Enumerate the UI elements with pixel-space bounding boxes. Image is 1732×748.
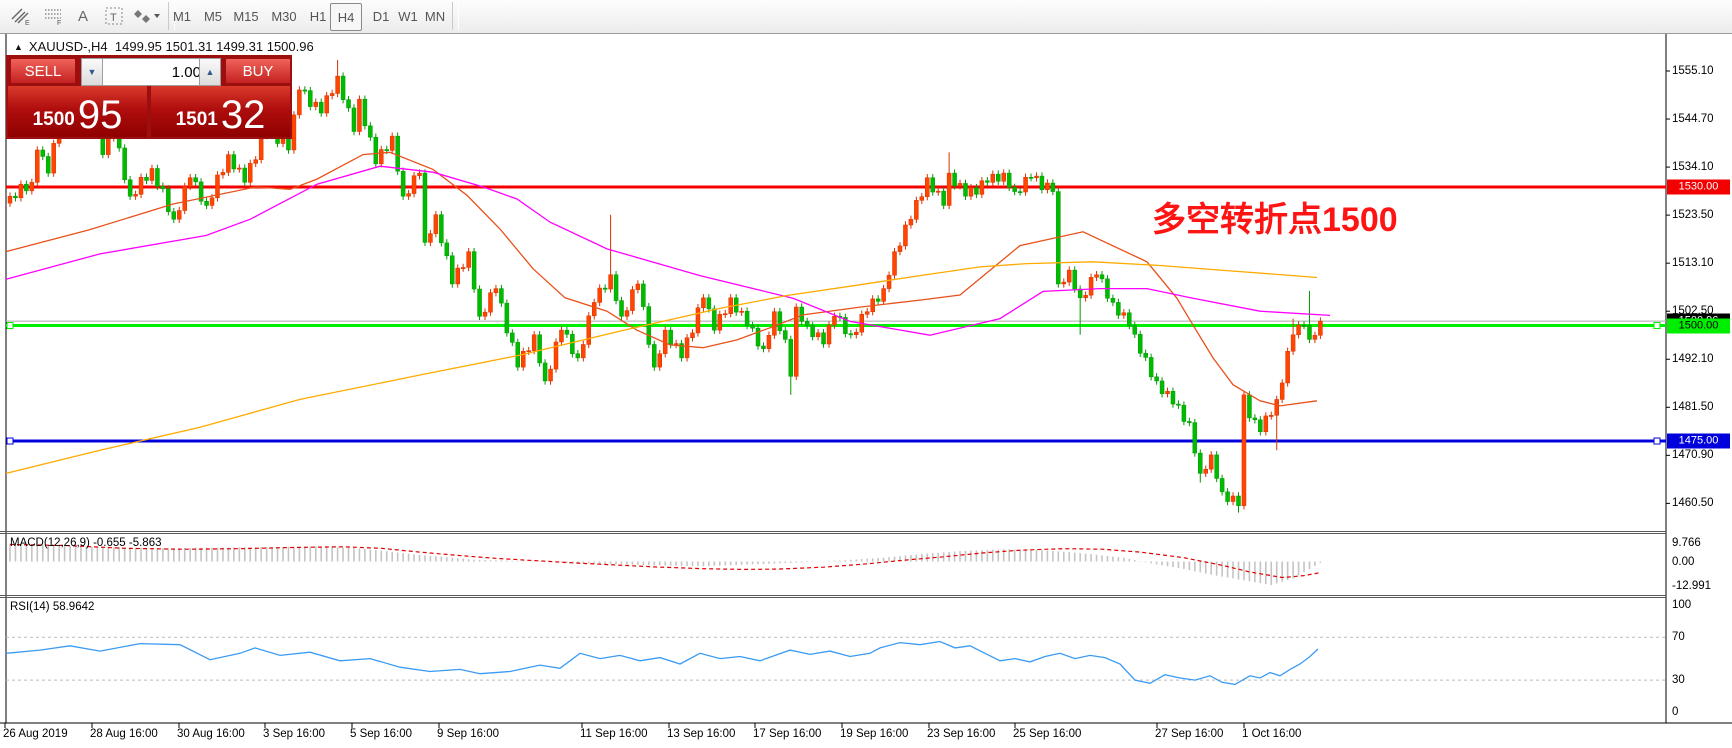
volume-input[interactable]	[102, 58, 206, 86]
chart-window[interactable]: ▲ XAUUSD-,H4 1499.95 1501.31 1499.31 1500…	[0, 34, 1732, 748]
timeframe-button-d1[interactable]: D1	[366, 3, 396, 29]
buy-price-major: 1501	[175, 109, 218, 130]
time-axis-label: 25 Sep 16:00	[1013, 728, 1082, 740]
sell-price-major: 1500	[32, 109, 75, 130]
time-axis-label: 17 Sep 16:00	[753, 728, 822, 740]
timeframe-button-h1[interactable]: H1	[303, 3, 333, 29]
rsi-axis-label: 0	[1672, 706, 1679, 719]
arrows-tool[interactable]	[130, 3, 164, 29]
macd-axis-label: 9.766	[1672, 536, 1701, 549]
price-axis-label: 1460.50	[1672, 497, 1714, 510]
time-axis-label: 1 Oct 16:00	[1242, 728, 1302, 740]
timeframe-button-m1[interactable]: M1	[167, 3, 197, 29]
price-axis-label: 1492.10	[1672, 353, 1714, 366]
rsi-axis-label: 70	[1672, 630, 1685, 643]
price-axis-label: 1523.50	[1672, 208, 1714, 221]
chart-title: ▲ XAUUSD-,H4 1499.95 1501.31 1499.31 1500…	[14, 39, 314, 54]
candlestick-chart[interactable]	[0, 34, 1732, 748]
macd-axis-label: -12.991	[1672, 579, 1712, 592]
time-axis-label: 30 Aug 16:00	[177, 728, 245, 740]
text-label-tool[interactable]: T	[100, 3, 128, 29]
price-tag-support-1475: 1475.00	[1667, 433, 1730, 449]
fibonacci-tool[interactable]: F	[38, 3, 68, 29]
timeframe-button-m30[interactable]: M30	[266, 3, 302, 29]
time-axis-label: 26 Aug 2019	[3, 728, 68, 740]
time-axis-label: 13 Sep 16:00	[667, 728, 736, 740]
price-axis-label: 1513.10	[1672, 256, 1714, 269]
sell-price-box[interactable]: 1500 95	[8, 86, 147, 137]
buy-price-minor: 32	[220, 93, 266, 137]
timeframe-button-m5[interactable]: M5	[198, 3, 228, 29]
symbol-label: XAUUSD-,H4	[28, 39, 108, 54]
price-axis-label: 1555.10	[1672, 64, 1714, 77]
time-axis-label: 19 Sep 16:00	[840, 728, 909, 740]
chinese-annotation-text[interactable]: 多空转折点1500	[1152, 192, 1398, 241]
rsi-axis-label: 100	[1672, 598, 1692, 611]
timeframe-button-h4[interactable]: H4	[330, 3, 362, 31]
price-axis-label: 1481.50	[1672, 401, 1714, 414]
macd-axis-label: 0.00	[1672, 555, 1695, 568]
svg-text:T: T	[110, 12, 117, 24]
time-axis-label: 11 Sep 16:00	[580, 728, 648, 740]
rsi-indicator-label: RSI(14) 58.9642	[10, 601, 95, 613]
price-tag-resistance-1530: 1530.00	[1667, 179, 1730, 195]
svg-text:F: F	[57, 20, 61, 26]
price-axis-label: 1534.10	[1672, 160, 1714, 173]
time-axis-label: 28 Aug 16:00	[90, 728, 158, 740]
mt4-window: E F A T M1 M5 M15 M30 H1 H4 D1 W1 MN ▲ X…	[0, 0, 1732, 748]
collapse-arrow-icon[interactable]: ▲	[14, 42, 23, 52]
time-axis-label: 3 Sep 16:00	[263, 728, 326, 740]
time-axis-label: 9 Sep 16:00	[437, 728, 500, 740]
macd-indicator-label: MACD(12,26,9) -0.655 -5.863	[10, 537, 162, 549]
volume-decrease-button[interactable]: ▼	[81, 58, 103, 86]
timeframe-button-mn[interactable]: MN	[420, 3, 450, 29]
sell-price-minor: 95	[77, 93, 123, 137]
toolbar-separator-2	[452, 2, 459, 30]
buy-price-box[interactable]: 1501 32	[151, 86, 290, 137]
time-axis-label: 5 Sep 16:00	[350, 728, 413, 740]
price-axis-label: 1470.90	[1672, 449, 1714, 462]
ohlc-values: 1499.95 1501.31 1499.31 1500.96	[114, 39, 314, 54]
equidistant-channel-tool[interactable]: E	[6, 3, 36, 29]
volume-increase-button[interactable]: ▲	[199, 58, 221, 86]
time-axis-label: 27 Sep 16:00	[1155, 728, 1224, 740]
buy-button[interactable]: BUY	[225, 58, 291, 84]
text-tool[interactable]: A	[70, 3, 96, 29]
timeframe-button-w1[interactable]: W1	[393, 3, 423, 29]
svg-text:E: E	[25, 20, 30, 26]
rsi-axis-label: 30	[1672, 673, 1685, 686]
price-tag-pivot-1500: 1500.00	[1667, 318, 1730, 334]
timeframe-button-m15[interactable]: M15	[228, 3, 264, 29]
price-axis-label: 1544.70	[1672, 112, 1714, 125]
sell-button[interactable]: SELL	[10, 58, 76, 84]
toolbar: E F A T M1 M5 M15 M30 H1 H4 D1 W1 MN	[0, 0, 1732, 34]
one-click-trading-panel: SELL ▼ ▲ BUY 1500 95 1501 32	[6, 55, 292, 139]
time-axis-label: 23 Sep 16:00	[927, 728, 996, 740]
